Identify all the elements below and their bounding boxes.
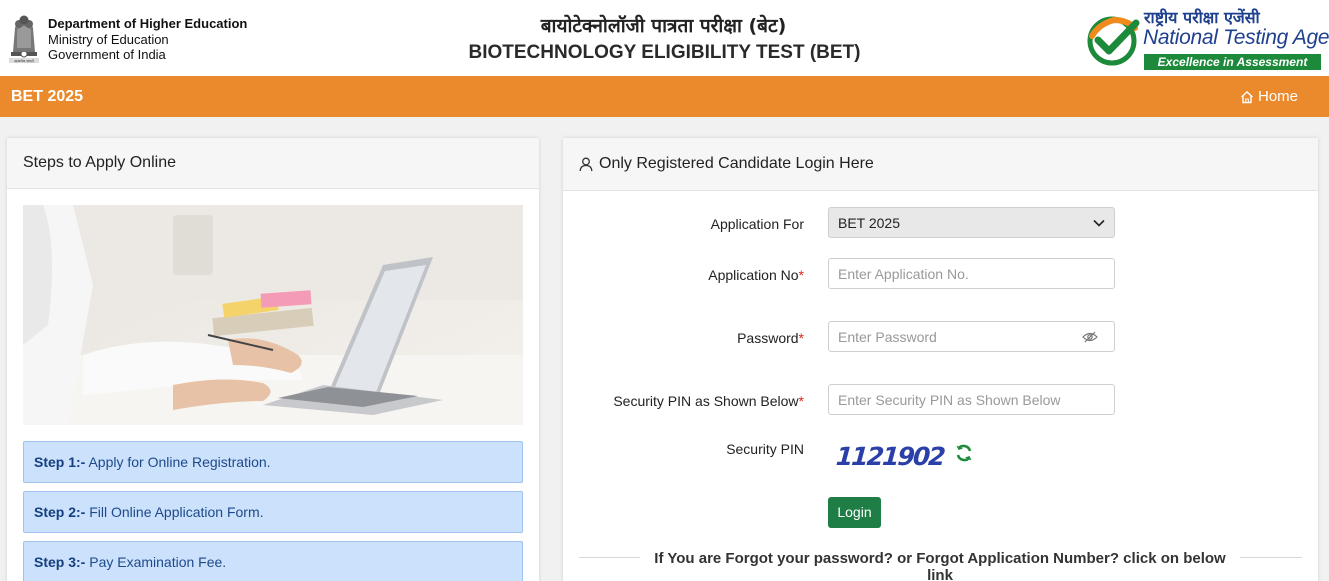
nta-tagline: Excellence in Assessment [1144,54,1321,70]
top-navbar: BET 2025 Home [0,76,1329,117]
nta-logo[interactable]: राष्ट्रीय परीक्षा एजेंसी National Testin… [1087,6,1329,72]
password-label: Password* [737,330,804,346]
steps-panel: Steps to Apply Online Step 1:- Apply for… [7,138,539,581]
steps-heading: Steps to Apply Online [7,138,539,189]
step-2-text: Fill Online Application Form. [89,504,264,520]
step-2[interactable]: Step 2:- Fill Online Application Form. [23,491,523,533]
security-pin-input[interactable]: Enter Security PIN as Shown Below [828,384,1115,415]
application-for-label: Application For [710,216,804,232]
step-3-text: Pay Examination Fee. [89,554,227,570]
site-header: सत्यमेव जयते Department of Higher Educat… [0,0,1329,76]
nta-hindi-name: राष्ट्रीय परीक्षा एजेंसी [1144,8,1260,27]
forgot-info-text: If You are Forgot your password? or Forg… [640,548,1240,581]
step-3[interactable]: Step 3:- Pay Examination Fee. [23,541,523,581]
step-3-label: Step 3:- [34,554,86,570]
security-pin-label: Security PIN [726,441,804,457]
captcha-image: 1121902 [828,430,948,482]
user-icon [579,157,593,171]
home-link[interactable]: Home [1240,88,1298,105]
step-1-text: Apply for Online Registration. [88,454,271,470]
application-for-select[interactable]: BET 2025 [828,207,1115,238]
captcha-text: 1121902 [834,441,945,471]
login-heading-bar: Only Registered Candidate Login Here [563,138,1318,191]
hero-laptop-image [23,205,523,425]
eye-slash-icon[interactable] [1082,331,1098,343]
nta-english-name: National Testing Agency [1143,26,1329,49]
home-icon [1241,90,1253,103]
login-panel: Only Registered Candidate Login Here App… [563,138,1318,581]
password-input[interactable]: Enter Password [828,321,1115,352]
step-1[interactable]: Step 1:- Apply for Online Registration. [23,441,523,483]
home-label: Home [1258,88,1299,105]
step-2-label: Step 2:- [34,504,86,520]
step-1-label: Step 1:- [34,454,86,470]
application-no-input[interactable]: Enter Application No. [828,258,1115,289]
navbar-title: BET 2025 [11,88,84,105]
chevron-down-icon [1093,219,1105,227]
password-placeholder: Enter Password [838,329,937,345]
application-no-label: Application No* [708,267,804,283]
login-button[interactable]: Login [828,497,881,528]
login-heading: Only Registered Candidate Login Here [599,155,874,172]
application-for-value: BET 2025 [838,214,901,231]
refresh-icon[interactable] [954,443,974,463]
nta-checkmark-icon [1087,16,1140,66]
security-pin-input-label: Security PIN as Shown Below* [613,393,804,409]
